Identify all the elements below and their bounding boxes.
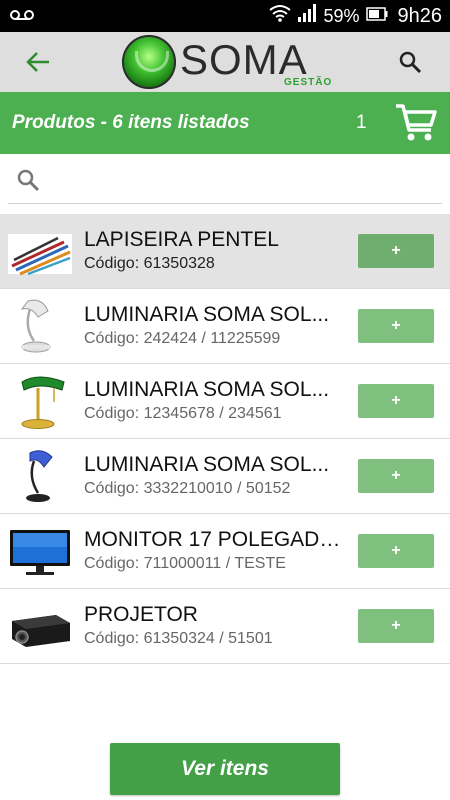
product-code: Código: 242424 / 11225599 (84, 330, 281, 347)
wifi-icon (269, 4, 292, 28)
product-name: PROJETOR (84, 603, 198, 626)
status-bar: 59% 9h26 (0, 0, 450, 32)
product-code: Código: 711000011 / TESTE (84, 555, 286, 572)
pencils-thumbnail (8, 222, 72, 280)
product-code: Código: 3332210010 / 50152 (84, 480, 291, 497)
green-lamp-thumbnail (8, 372, 72, 430)
product-code: Código: 61350324 / 51501 (84, 630, 273, 647)
product-row[interactable]: LUMINARIA SOMA SOL... Código: 3332210010… (0, 439, 450, 514)
back-arrow-icon[interactable] (18, 44, 58, 80)
product-row[interactable]: LUMINARIA SOMA SOL... Código: 12345678 /… (0, 364, 450, 439)
add-to-cart-button[interactable]: + (358, 384, 434, 418)
cart-count: 1 (356, 112, 367, 133)
product-name: LUMINARIA SOMA SOL... (84, 303, 330, 326)
blue-lamp-thumbnail (8, 447, 72, 505)
app-bar: SOMA GESTÃO (0, 32, 450, 92)
product-row[interactable]: LAPISEIRA PENTEL Código: 61350328 + (0, 214, 450, 289)
add-to-cart-button[interactable]: + (358, 459, 434, 493)
product-code: Código: 61350328 (84, 255, 215, 272)
white-lamp-thumbnail (8, 297, 72, 355)
view-items-button[interactable]: Ver itens (110, 743, 340, 795)
add-to-cart-button[interactable]: + (358, 309, 434, 343)
products-header: Produtos - 6 itens listados 1 (0, 92, 450, 154)
search-bar (8, 158, 442, 204)
logo-subtext: GESTÃO (284, 77, 333, 88)
battery-percent: 59% (323, 5, 360, 26)
product-name: LUMINARIA SOMA SOL... (84, 453, 330, 476)
add-to-cart-button[interactable]: + (358, 234, 434, 268)
signal-icon (297, 4, 317, 28)
search-input[interactable] (52, 164, 432, 198)
product-name: MONITOR 17 POLEGADAS (84, 528, 346, 551)
page-title: Produtos - 6 itens listados (12, 112, 250, 133)
product-name: LUMINARIA SOMA SOL... (84, 378, 330, 401)
product-name: LAPISEIRA PENTEL (84, 228, 279, 251)
product-row[interactable]: PROJETOR Código: 61350324 / 51501 + (0, 589, 450, 664)
search-icon[interactable] (392, 44, 428, 80)
logo-globe-icon (122, 35, 176, 89)
battery-icon (365, 5, 388, 27)
product-list: LAPISEIRA PENTEL Código: 61350328 + LUMI… (0, 214, 450, 664)
clock: 9h26 (397, 4, 443, 27)
product-code: Código: 12345678 / 234561 (84, 405, 282, 422)
app-logo: SOMA GESTÃO (118, 32, 338, 92)
add-to-cart-button[interactable]: + (358, 534, 434, 568)
voicemail-icon (10, 8, 34, 27)
projector-thumbnail (8, 597, 72, 655)
cart-icon[interactable] (394, 100, 438, 144)
search-field-icon (16, 168, 40, 197)
product-row[interactable]: LUMINARIA SOMA SOL... Código: 242424 / 1… (0, 289, 450, 364)
monitor-thumbnail (8, 522, 72, 580)
add-to-cart-button[interactable]: + (358, 609, 434, 643)
product-row[interactable]: MONITOR 17 POLEGADAS Código: 711000011 /… (0, 514, 450, 589)
